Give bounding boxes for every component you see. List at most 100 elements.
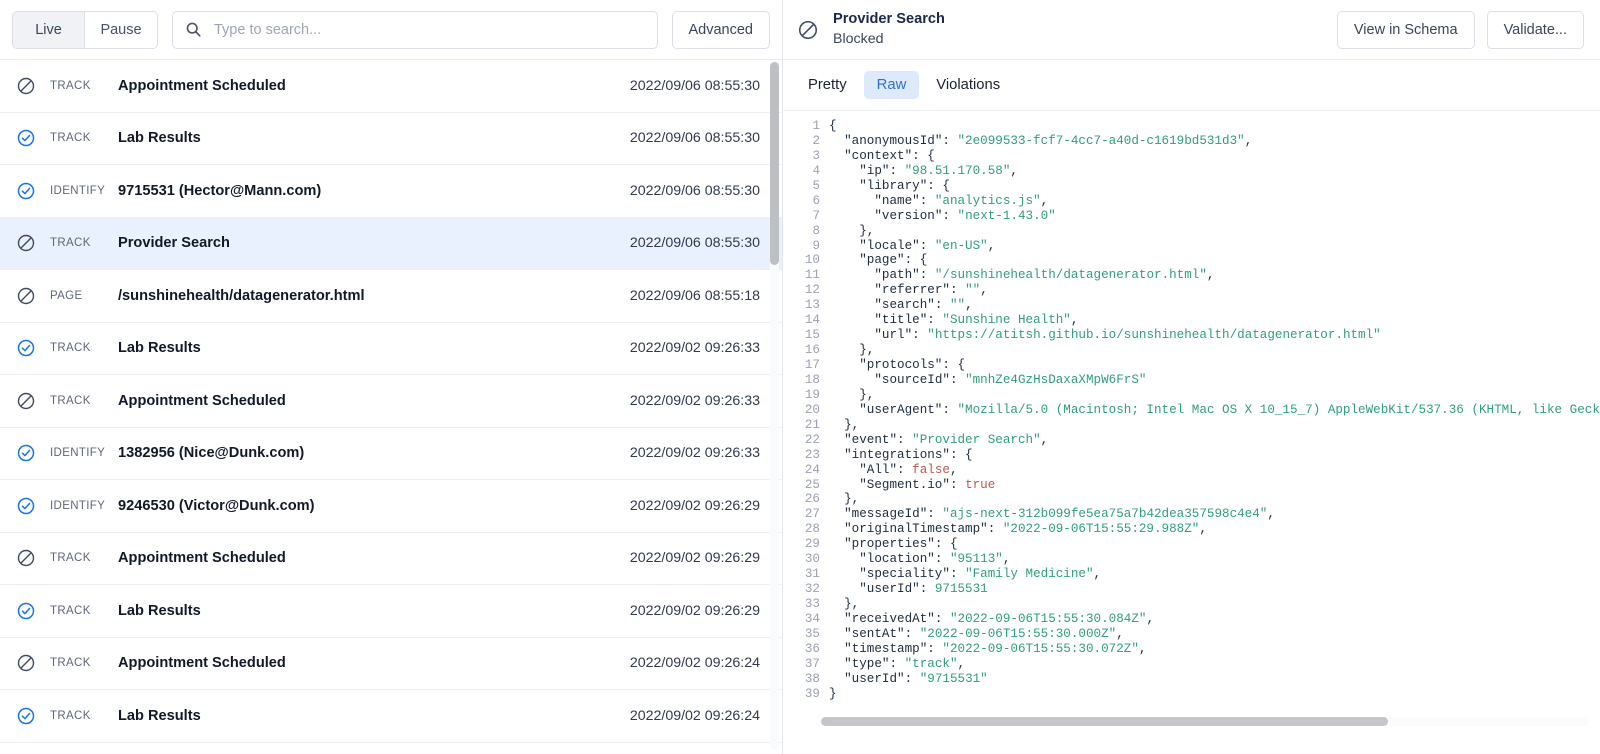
- live-button[interactable]: Live: [13, 12, 85, 48]
- line-number: 13: [783, 298, 820, 313]
- event-name-label: Appointment Scheduled: [118, 550, 630, 566]
- event-timestamp-label: 2022/09/06 08:55:30: [630, 78, 760, 94]
- event-name-label: Provider Search: [118, 235, 630, 251]
- code-line: "protocols": {: [829, 358, 1600, 373]
- code-line: "title": "Sunshine Health",: [829, 313, 1600, 328]
- event-timestamp-label: 2022/09/02 09:26:33: [630, 445, 760, 461]
- line-number: 16: [783, 343, 820, 358]
- view-in-schema-button[interactable]: View in Schema: [1337, 11, 1475, 49]
- allowed-icon: [16, 443, 50, 463]
- code-line: "url": "https://atitsh.github.io/sunshin…: [829, 328, 1600, 343]
- event-type-label: IDENTIFY: [50, 500, 118, 512]
- code-line: {: [829, 119, 1600, 134]
- table-row[interactable]: TRACKLab Results2022/09/02 09:26:24: [0, 690, 782, 743]
- table-row[interactable]: IDENTIFY1382956 (Nice@Dunk.com)2022/09/0…: [0, 428, 782, 481]
- event-timestamp-label: 2022/09/02 09:26:33: [630, 340, 760, 356]
- table-row[interactable]: TRACKAppointment Scheduled2022/09/02 09:…: [0, 375, 782, 428]
- line-number: 25: [783, 478, 820, 493]
- stream-toolbar: Live Pause Advanced: [0, 0, 782, 59]
- detail-tabbar[interactable]: PrettyRawViolations: [783, 59, 1600, 111]
- code-line: "userId": "9715531": [829, 672, 1600, 687]
- code-line: "name": "analytics.js",: [829, 194, 1600, 209]
- event-type-label: TRACK: [50, 710, 118, 722]
- allowed-icon: [16, 338, 50, 358]
- event-timestamp-label: 2022/09/02 09:26:24: [630, 708, 760, 724]
- event-timestamp-label: 2022/09/06 08:55:30: [630, 235, 760, 251]
- code-line: },: [829, 597, 1600, 612]
- line-number-gutter: 1234567891011121314151617181920212223242…: [783, 119, 829, 702]
- raw-json-viewer[interactable]: 1234567891011121314151617181920212223242…: [783, 111, 1600, 754]
- event-list-scrollbar[interactable]: [770, 60, 779, 750]
- code-line: "timestamp": "2022-09-06T15:55:30.072Z",: [829, 642, 1600, 657]
- code-line: "event": "Provider Search",: [829, 433, 1600, 448]
- event-name-label: Appointment Scheduled: [118, 655, 630, 671]
- table-row[interactable]: TRACKAppointment Scheduled2022/09/06 08:…: [0, 60, 782, 113]
- table-row[interactable]: TRACKAppointment Scheduled2022/09/02 09:…: [0, 638, 782, 691]
- search-box[interactable]: [172, 11, 658, 49]
- line-number: 9: [783, 239, 820, 254]
- event-stream-panel: Live Pause Advanced TRACKAppointment Sch…: [0, 0, 783, 754]
- line-number: 21: [783, 418, 820, 433]
- event-type-label: IDENTIFY: [50, 447, 118, 459]
- event-detail-panel: Provider Search Blocked View in Schema V…: [783, 0, 1600, 754]
- line-number: 23: [783, 448, 820, 463]
- line-number: 26: [783, 492, 820, 507]
- event-list-scrollbar-thumb[interactable]: [770, 62, 779, 265]
- code-horizontal-scrollbar[interactable]: [821, 717, 1589, 726]
- search-input[interactable]: [212, 21, 645, 39]
- line-number: 17: [783, 358, 820, 373]
- tab-raw[interactable]: Raw: [864, 71, 920, 99]
- table-row[interactable]: TRACKProvider Search2022/09/06 08:55:30: [0, 218, 782, 271]
- event-type-label: TRACK: [50, 132, 118, 144]
- blocked-icon: [16, 548, 50, 568]
- allowed-icon: [16, 706, 50, 726]
- table-row[interactable]: PAGE/sunshinehealth/datagenerator.html20…: [0, 270, 782, 323]
- event-debugger-app: Live Pause Advanced TRACKAppointment Sch…: [0, 0, 1600, 754]
- table-row[interactable]: TRACKLab Results2022/09/02 09:26:29: [0, 585, 782, 638]
- table-row[interactable]: IDENTIFY9246530 (Victor@Dunk.com)2022/09…: [0, 480, 782, 533]
- table-row[interactable]: TRACKAppointment Scheduled2022/09/02 09:…: [0, 533, 782, 586]
- detail-title-block: Provider Search Blocked: [833, 10, 945, 50]
- validate-button[interactable]: Validate...: [1487, 11, 1584, 49]
- event-type-label: TRACK: [50, 80, 118, 92]
- event-type-label: TRACK: [50, 605, 118, 617]
- table-row[interactable]: TRACKLab Results2022/09/02 09:26:33: [0, 323, 782, 376]
- code-line: "anonymousId": "2e099533-fcf7-4cc7-a40d-…: [829, 134, 1600, 149]
- event-name-label: Lab Results: [118, 340, 630, 356]
- event-timestamp-label: 2022/09/02 09:26:29: [630, 550, 760, 566]
- table-row[interactable]: IDENTIFY9715531 (Hector@Mann.com)2022/09…: [0, 165, 782, 218]
- event-name-label: 9246530 (Victor@Dunk.com): [118, 498, 630, 514]
- code-line: "userId": 9715531: [829, 582, 1600, 597]
- allowed-icon: [16, 128, 50, 148]
- code-line: "Segment.io": true: [829, 478, 1600, 493]
- line-number: 4: [783, 164, 820, 179]
- code-horizontal-scrollbar-thumb[interactable]: [821, 717, 1388, 726]
- code-line: }: [829, 687, 1600, 702]
- event-list[interactable]: TRACKAppointment Scheduled2022/09/06 08:…: [0, 59, 782, 754]
- line-number: 29: [783, 537, 820, 552]
- table-row[interactable]: TRACKLab Results2022/09/06 08:55:30: [0, 113, 782, 166]
- event-name-label: /sunshinehealth/datagenerator.html: [118, 288, 630, 304]
- line-number: 28: [783, 522, 820, 537]
- advanced-button[interactable]: Advanced: [672, 11, 771, 49]
- allowed-icon: [16, 496, 50, 516]
- live-pause-toggle[interactable]: Live Pause: [12, 11, 158, 49]
- pause-button[interactable]: Pause: [85, 12, 157, 48]
- line-number: 8: [783, 224, 820, 239]
- event-name-label: Appointment Scheduled: [118, 78, 630, 94]
- blocked-icon: [797, 19, 819, 41]
- code-table: 1234567891011121314151617181920212223242…: [783, 119, 1600, 702]
- code-line: "version": "next-1.43.0": [829, 209, 1600, 224]
- tab-violations[interactable]: Violations: [923, 71, 1013, 99]
- code-line: "search": "",: [829, 298, 1600, 313]
- code-line: },: [829, 418, 1600, 433]
- tab-pretty[interactable]: Pretty: [795, 71, 860, 99]
- event-timestamp-label: 2022/09/02 09:26:29: [630, 603, 760, 619]
- line-number: 18: [783, 373, 820, 388]
- code-line: "originalTimestamp": "2022-09-06T15:55:2…: [829, 522, 1600, 537]
- event-timestamp-label: 2022/09/02 09:26:24: [630, 655, 760, 671]
- line-number: 3: [783, 149, 820, 164]
- code-line: "speciality": "Family Medicine",: [829, 567, 1600, 582]
- line-number: 31: [783, 567, 820, 582]
- code-line: "userAgent": "Mozilla/5.0 (Macintosh; In…: [829, 403, 1600, 418]
